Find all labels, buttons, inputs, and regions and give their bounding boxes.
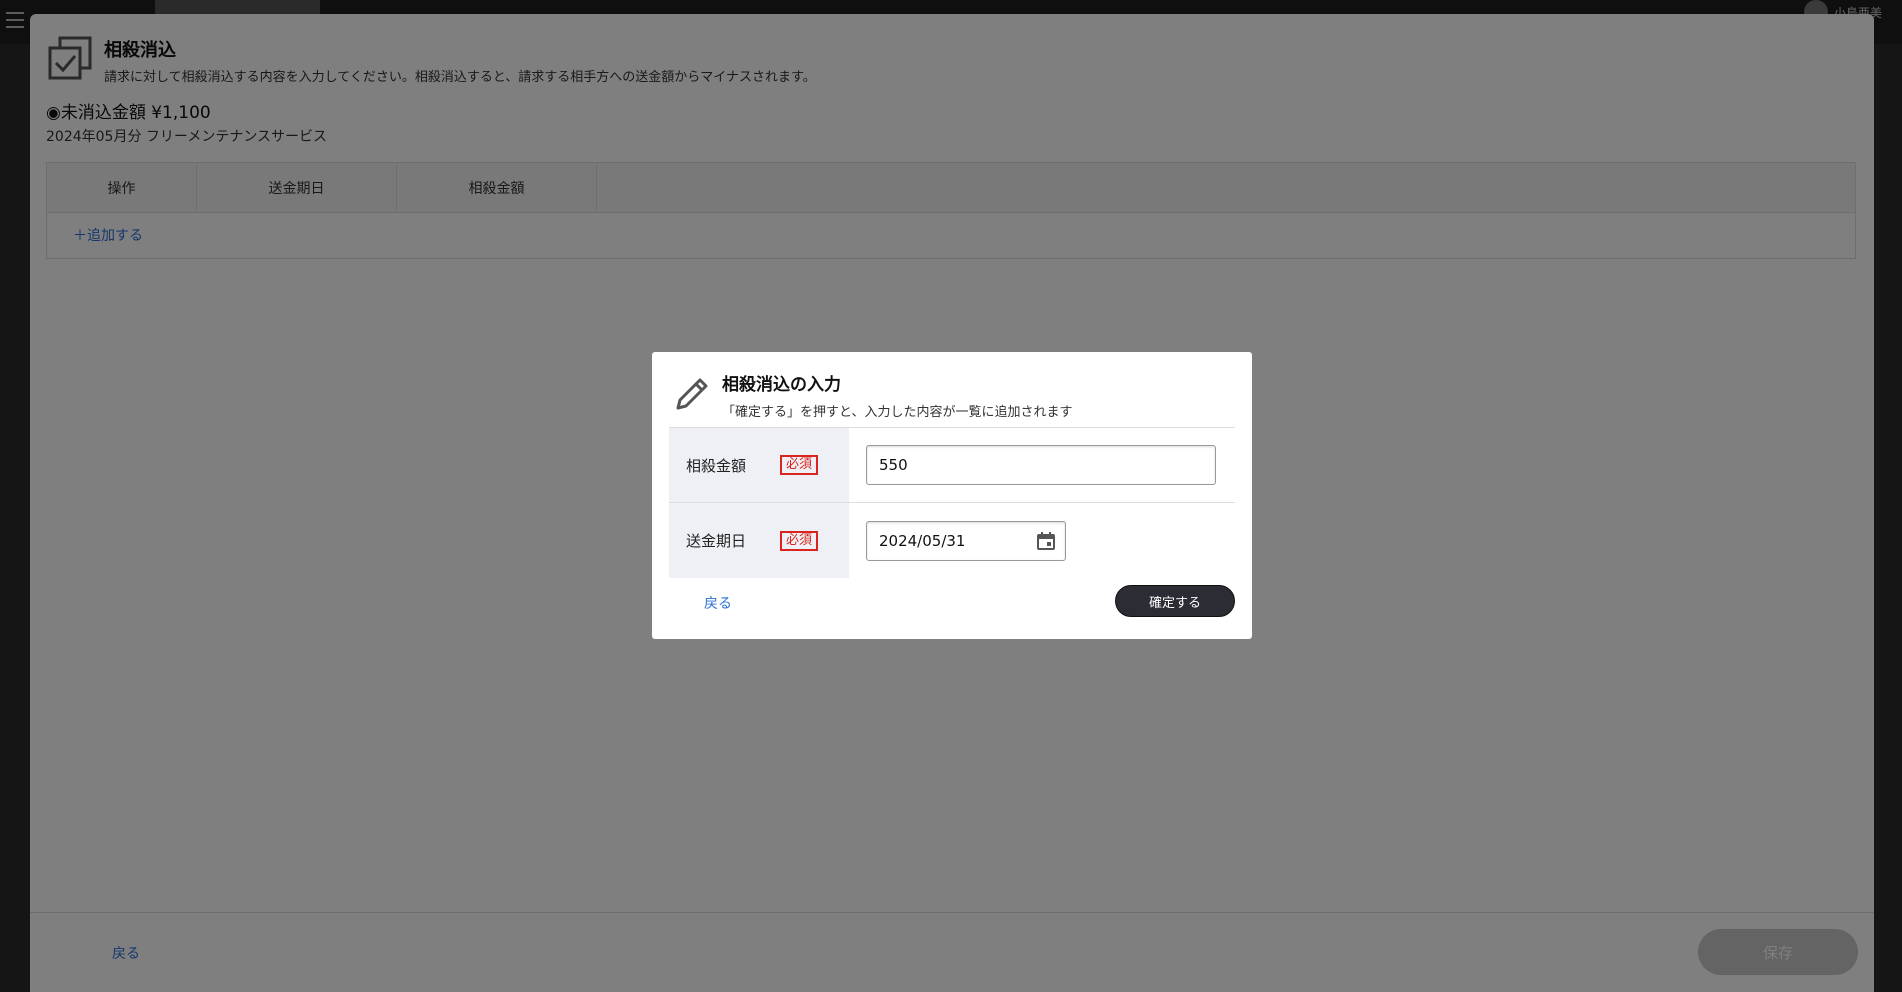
offset-amount-input[interactable] xyxy=(866,445,1216,485)
pencil-icon xyxy=(676,378,708,410)
calendar-icon[interactable] xyxy=(1036,531,1056,551)
modal-header: 相殺消込の入力 「確定する」を押すと、入力した内容が一覧に追加されます xyxy=(672,370,1072,420)
field-input-cell xyxy=(849,503,1235,578)
field-label-cell: 相殺金額 必須 xyxy=(669,428,849,502)
required-badge: 必須 xyxy=(780,530,819,551)
offset-amount-label: 相殺金額 xyxy=(686,456,747,475)
offset-form: 相殺金額 必須 送金期日 必須 xyxy=(669,427,1235,578)
modal-description: 「確定する」を押すと、入力した内容が一覧に追加されます xyxy=(722,405,1073,420)
modal-title: 相殺消込の入力 xyxy=(722,375,841,395)
date-picker xyxy=(866,520,1066,561)
due-date-label: 送金期日 xyxy=(686,532,747,550)
required-badge: 必須 xyxy=(780,455,819,475)
modal-back-link[interactable]: 戻る xyxy=(704,593,732,613)
confirm-button[interactable]: 確定する xyxy=(1115,585,1235,617)
form-row-due-date: 送金期日 必須 xyxy=(669,503,1235,578)
field-input-cell xyxy=(849,428,1235,502)
field-label-cell: 送金期日 必須 xyxy=(669,503,849,578)
offset-input-modal: 相殺消込の入力 「確定する」を押すと、入力した内容が一覧に追加されます 相殺金額… xyxy=(652,352,1252,639)
form-row-offset-amount: 相殺金額 必須 xyxy=(669,428,1235,503)
